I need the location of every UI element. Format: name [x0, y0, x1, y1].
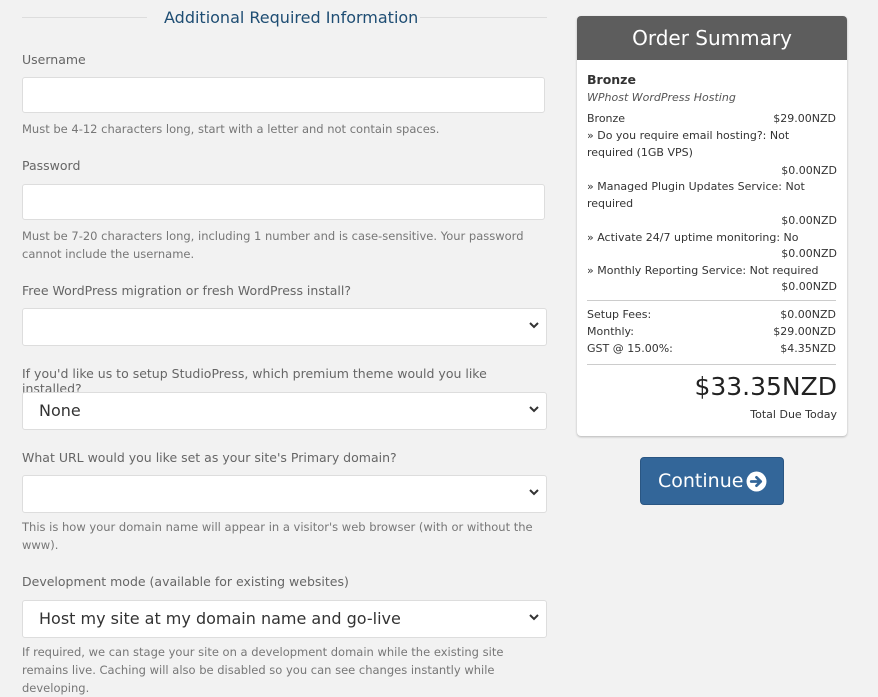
section-header: Additional Required Information [22, 0, 547, 36]
order-summary-panel: Order Summary Bronze WPhost WordPress Ho… [577, 16, 847, 436]
continue-button-label: Continue [658, 470, 744, 492]
addon-label: » Managed Plugin Updates Service: Not re… [587, 180, 805, 210]
setup-fees-value: $0.00NZD [780, 308, 836, 321]
chevron-down-icon [529, 322, 539, 329]
addon-price: $0.00NZD [781, 214, 837, 227]
password-input[interactable] [22, 184, 545, 220]
total-due-label: Total Due Today [750, 408, 837, 421]
dev-mode-label: Development mode (available for existing… [22, 574, 349, 589]
addon-item: » Managed Plugin Updates Service: Not re… [587, 178, 836, 212]
addon-price: $0.00NZD [781, 247, 837, 260]
primary-url-select[interactable] [22, 475, 547, 513]
migration-label: Free WordPress migration or fresh WordPr… [22, 283, 351, 298]
addon-item: » Activate 24/7 uptime monitoring: No [587, 229, 836, 246]
dev-mode-select-value: Host my site at my domain name and go-li… [39, 609, 401, 628]
dev-mode-help: If required, we can stage your site on a… [22, 645, 504, 695]
gst-value: $4.35NZD [780, 342, 836, 355]
gst-label: GST @ 15.00%: [587, 342, 673, 355]
chevron-down-icon [529, 489, 539, 496]
line-item: Bronze $29.00NZD [587, 110, 836, 127]
line-item-price: $29.00NZD [773, 112, 836, 125]
continue-button[interactable]: Continue [640, 457, 784, 505]
username-label: Username [22, 52, 86, 67]
addon-price: $0.00NZD [781, 164, 837, 177]
divider [587, 300, 836, 301]
theme-select[interactable]: None [22, 392, 547, 430]
migration-select[interactable] [22, 308, 547, 346]
addon-label: » Activate 24/7 uptime monitoring: No [587, 231, 799, 244]
monthly-row: Monthly: $29.00NZD [587, 323, 836, 340]
theme-select-value: None [39, 401, 81, 420]
product-group: WPhost WordPress Hosting [587, 91, 736, 104]
order-summary-title: Order Summary [577, 16, 847, 60]
setup-fees-row: Setup Fees: $0.00NZD [587, 306, 836, 323]
additional-info-form: Additional Required Information Username… [22, 0, 547, 695]
line-item-label: Bronze [587, 112, 626, 125]
username-help: Must be 4-12 characters long, start with… [22, 122, 440, 136]
addon-label: » Monthly Reporting Service: Not require… [587, 264, 819, 277]
primary-url-help: This is how your domain name will appear… [22, 520, 533, 552]
section-title: Additional Required Information [164, 8, 419, 27]
primary-url-label: What URL would you like set as your site… [22, 450, 397, 465]
addon-price: $0.00NZD [781, 280, 837, 293]
product-name: Bronze [587, 72, 636, 87]
chevron-down-icon [529, 406, 539, 413]
divider [587, 364, 836, 365]
dev-mode-select[interactable]: Host my site at my domain name and go-li… [22, 600, 547, 638]
gst-row: GST @ 15.00%: $4.35NZD [587, 340, 836, 357]
divider [22, 17, 147, 18]
addon-label: » Do you require email hosting?: Not req… [587, 129, 790, 159]
divider [420, 17, 547, 18]
monthly-value: $29.00NZD [773, 325, 836, 338]
monthly-label: Monthly: [587, 325, 634, 338]
circle-arrow-right-icon [746, 471, 767, 492]
password-help: Must be 7-20 characters long, including … [22, 229, 524, 261]
setup-fees-label: Setup Fees: [587, 308, 652, 321]
chevron-down-icon [529, 614, 539, 621]
password-label: Password [22, 158, 81, 173]
username-input[interactable] [22, 77, 545, 113]
addon-item: » Do you require email hosting?: Not req… [587, 127, 836, 161]
addon-item: » Monthly Reporting Service: Not require… [587, 262, 836, 279]
total-due: $33.35NZD [694, 372, 837, 401]
